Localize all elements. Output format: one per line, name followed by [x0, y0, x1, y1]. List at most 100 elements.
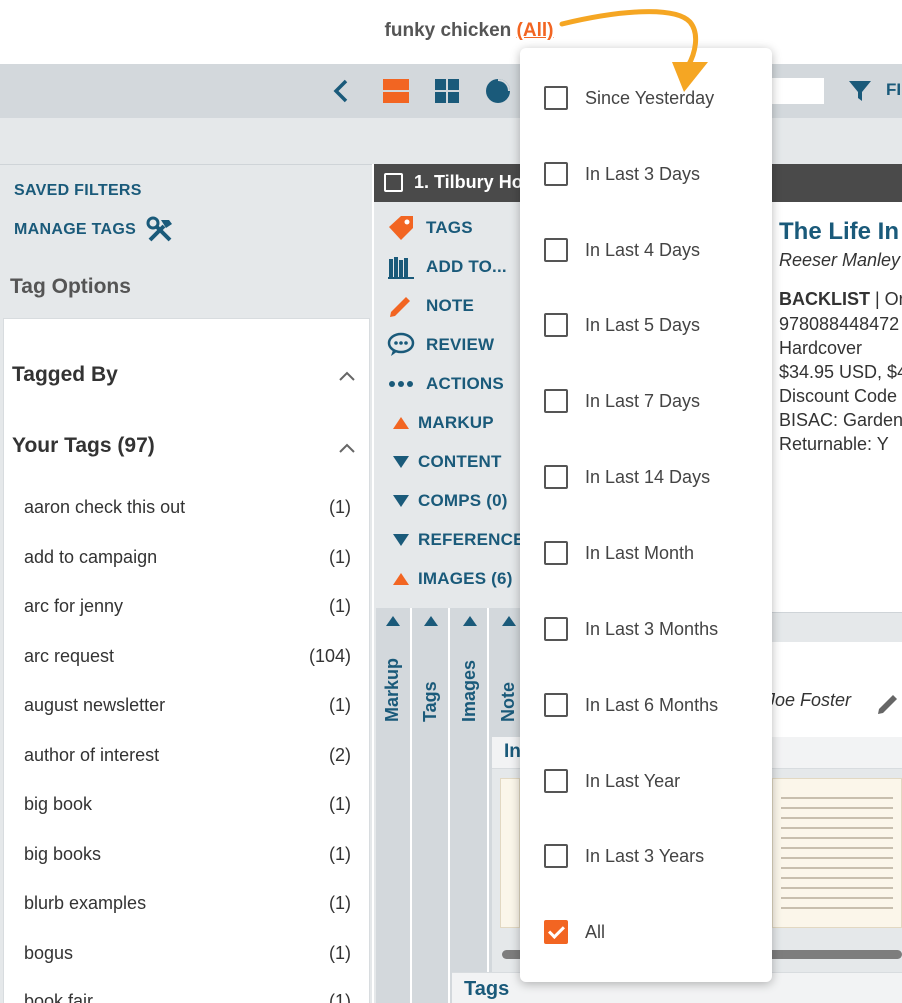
action-label: REFERENCES — [418, 530, 537, 549]
option-last-year[interactable]: In Last Year — [520, 751, 772, 811]
isbn-line: 978088448472 — [779, 314, 900, 334]
option-last-14-days[interactable]: In Last 14 Days — [520, 447, 772, 507]
search-input[interactable] — [770, 78, 824, 104]
triangle-down-icon — [386, 455, 416, 469]
checkbox-checked[interactable] — [544, 920, 568, 944]
tag-list-item[interactable]: arc request (104) — [24, 646, 351, 667]
tag-name: aaron check this out — [24, 497, 186, 517]
grid-view-icon[interactable] — [434, 76, 460, 106]
checkbox[interactable] — [544, 844, 568, 868]
checkbox[interactable] — [544, 313, 568, 337]
tagged-by-heading[interactable]: Tagged By — [12, 363, 118, 387]
tag-list-item[interactable]: book fair (1) — [24, 991, 351, 1003]
returnable-line: Returnable: Y — [779, 434, 889, 454]
tag-list-item[interactable]: aaron check this out (1) — [24, 497, 351, 518]
tag-list-item[interactable]: bogus (1) — [24, 943, 351, 964]
book-title[interactable]: The Life In T — [779, 218, 902, 246]
note-action[interactable]: NOTE — [386, 291, 474, 321]
reviewer-name: Joe Foster — [766, 690, 852, 710]
option-last-3-days[interactable]: In Last 3 Days — [520, 144, 772, 204]
add-to-action[interactable]: ADD TO... — [386, 252, 507, 282]
checkbox[interactable] — [544, 389, 568, 413]
date-filter-dropdown: Since Yesterday In Last 3 Days In Last 4… — [520, 48, 772, 982]
actions-menu[interactable]: ACTIONS — [386, 369, 504, 399]
triangle-up-icon — [423, 614, 439, 632]
format-line: Hardcover — [779, 338, 863, 358]
filter-icon[interactable] — [848, 76, 872, 106]
checkbox[interactable] — [544, 693, 568, 717]
checkbox[interactable] — [544, 238, 568, 262]
comps-section-toggle[interactable]: COMPS (0) — [386, 486, 508, 516]
pie-chart-icon[interactable] — [485, 76, 511, 106]
back-chevron-icon[interactable] — [330, 76, 352, 106]
tag-name: august newsletter — [24, 695, 166, 715]
tag-count: (104) — [308, 646, 351, 666]
triangle-up-icon — [386, 572, 416, 586]
filter-label[interactable]: FI — [886, 80, 901, 100]
tag-list-item[interactable]: august newsletter (1) — [24, 695, 351, 716]
checkbox[interactable] — [544, 541, 568, 565]
markup-section-toggle[interactable]: MARKUP — [386, 408, 494, 438]
option-label: In Last 6 Months — [585, 694, 719, 715]
status-line: BACKLIST | Or — [779, 289, 902, 310]
triangle-down-icon — [386, 533, 416, 547]
item-select-checkbox[interactable] — [384, 173, 403, 192]
annotation-arrow-icon — [559, 9, 708, 92]
tools-icon[interactable] — [146, 216, 174, 249]
image-thumbnail[interactable] — [772, 778, 902, 928]
tab-images[interactable]: Images — [453, 608, 489, 1003]
tag-list-item[interactable]: big books (1) — [24, 844, 351, 865]
image-thumbnail[interactable] — [500, 778, 520, 928]
tag-list-item[interactable]: add to campaign (1) — [24, 547, 351, 568]
checkbox[interactable] — [544, 617, 568, 641]
tag-list-item[interactable]: arc for jenny (1) — [24, 596, 351, 617]
option-last-7-days[interactable]: In Last 7 Days — [520, 371, 772, 431]
tag-list-item[interactable]: big book (1) — [24, 794, 351, 815]
tab-label: Note — [498, 682, 518, 722]
tag-list-item[interactable]: blurb examples (1) — [24, 893, 351, 914]
edit-pencil-icon[interactable] — [876, 690, 902, 721]
checkbox[interactable] — [544, 162, 568, 186]
tab-markup[interactable]: Markup — [376, 608, 412, 1003]
tag-name: bogus — [24, 943, 74, 963]
action-label: ACTIONS — [426, 374, 504, 393]
more-dots-icon — [386, 380, 416, 388]
discount-line: Discount Code — [779, 386, 898, 406]
tag-count: (1) — [329, 547, 351, 567]
manage-tags-link[interactable]: MANAGE TAGS — [14, 221, 136, 239]
chevron-up-icon[interactable] — [338, 441, 356, 459]
option-last-month[interactable]: In Last Month — [520, 523, 772, 583]
images-section-toggle[interactable]: IMAGES (6) — [386, 564, 513, 594]
option-last-3-years[interactable]: In Last 3 Years — [520, 826, 772, 886]
tab-label: Tags — [420, 681, 440, 722]
images-heading: In — [504, 741, 521, 762]
option-last-4-days[interactable]: In Last 4 Days — [520, 220, 772, 280]
tag-icon — [386, 215, 416, 241]
references-section-toggle[interactable]: REFERENCES — [386, 525, 536, 555]
tab-tags[interactable]: Tags — [414, 608, 450, 1003]
option-last-6-months[interactable]: In Last 6 Months — [520, 675, 772, 735]
checkbox[interactable] — [544, 465, 568, 489]
option-all[interactable]: All — [520, 902, 772, 962]
tag-list-item[interactable]: author of interest (2) — [24, 745, 351, 766]
saved-filters-link[interactable]: SAVED FILTERS — [14, 182, 142, 200]
review-action[interactable]: REVIEW — [386, 330, 494, 360]
tags-action[interactable]: TAGS — [386, 213, 473, 243]
action-label: ADD TO... — [426, 257, 507, 276]
option-last-5-days[interactable]: In Last 5 Days — [520, 295, 772, 355]
option-label: All — [585, 921, 606, 942]
tag-count: (1) — [329, 794, 351, 814]
chevron-up-icon[interactable] — [338, 369, 356, 387]
option-label: In Last 4 Days — [585, 239, 701, 260]
date-filter-link[interactable]: (All) — [517, 20, 554, 41]
list-view-icon[interactable] — [382, 76, 410, 106]
option-last-3-months[interactable]: In Last 3 Months — [520, 599, 772, 659]
tag-name: big books — [24, 844, 102, 864]
action-label: REVIEW — [426, 335, 495, 354]
item-title[interactable]: 1. Tilbury Ho — [414, 172, 523, 193]
checkbox[interactable] — [544, 769, 568, 793]
content-section-toggle[interactable]: CONTENT — [386, 447, 502, 477]
triangle-up-icon — [386, 416, 416, 430]
tags-heading: Tags — [464, 978, 510, 1000]
your-tags-heading[interactable]: Your Tags (97) — [12, 434, 155, 458]
